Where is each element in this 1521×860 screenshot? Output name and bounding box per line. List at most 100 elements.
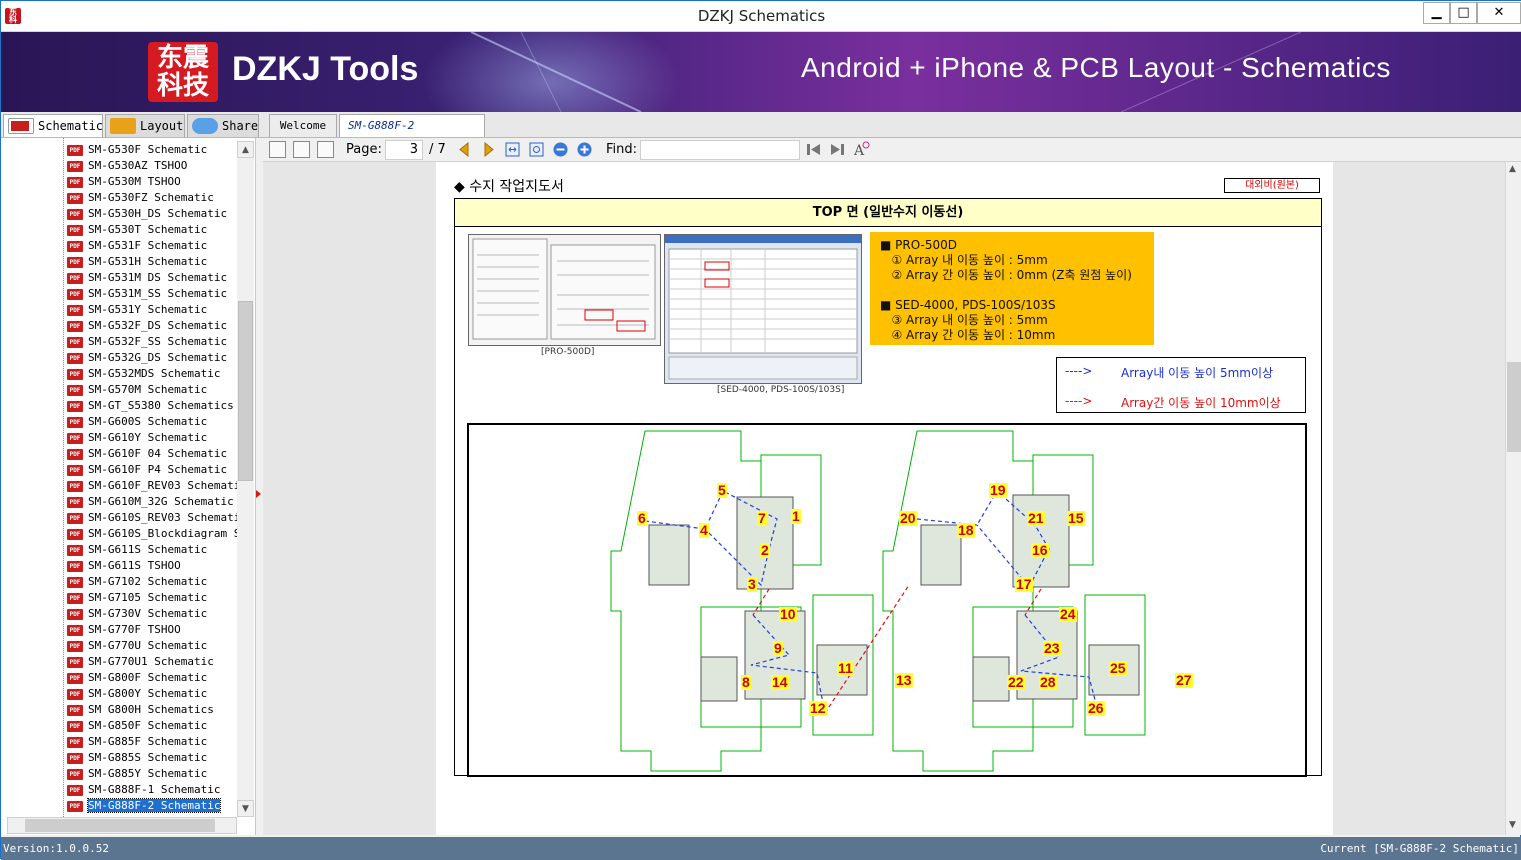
tree-item[interactable]: PDF SM-G888F-2 Schematic	[67, 798, 222, 814]
prev-page-icon[interactable]	[456, 141, 473, 158]
tree-item[interactable]: PDF SM-G610Y Schematic	[67, 430, 207, 446]
next-page-icon[interactable]	[480, 141, 497, 158]
tree-item[interactable]: PDF SM-G7105 Schematic	[67, 590, 207, 606]
tree-item[interactable]: PDF SM-G532G_DS Schematic	[67, 350, 227, 366]
tree-item-label: SM-G7105 Schematic	[88, 591, 208, 604]
fit-width-icon[interactable]	[504, 141, 521, 158]
sequence-marker: 16	[1031, 542, 1049, 558]
sequence-marker: 11	[837, 660, 854, 676]
scroll-down-icon[interactable]: ▼	[1509, 820, 1516, 830]
tree-item[interactable]: PDF SM-G610S_Blockdiagram Sch	[67, 526, 237, 542]
tree-item[interactable]: PDF SM-G611S Schematic	[67, 542, 207, 558]
pcb-board-drawing	[610, 430, 1146, 772]
viewer-scroll-thumb[interactable]	[1507, 362, 1521, 452]
zoom-in-icon[interactable]	[576, 141, 593, 158]
page-number-input[interactable]: 3	[385, 140, 423, 160]
maximize-button[interactable]: □	[1450, 2, 1477, 24]
tree-item[interactable]: PDF SM-G730V Schematic	[67, 606, 207, 622]
tree-item-label: SM-G7102 Schematic	[88, 575, 208, 588]
tab-schematic[interactable]: Schematic	[3, 114, 103, 137]
pdf-file-icon: PDF	[67, 704, 83, 716]
find-next-icon[interactable]	[829, 141, 846, 158]
tree-item[interactable]: PDF SM-G610F 04 Schematic	[67, 446, 227, 462]
tree-item[interactable]: PDF SM-G610F_REV03 Schematic	[67, 478, 237, 494]
tree-item[interactable]: PDF SM-G530T Schematic	[67, 222, 207, 238]
tree-item-label: SM-G611S Schematic	[88, 543, 208, 556]
tree-item[interactable]: PDF SM-G610F P4 Schematic	[67, 462, 227, 478]
tree-item[interactable]: PDF SM-G530AZ TSHOO	[67, 158, 187, 174]
tree-item[interactable]: PDF SM-G770F TSHOO	[67, 622, 181, 638]
tree-item-label: SM-G610F P4 Schematic	[88, 463, 228, 476]
tree-item[interactable]: PDF SM-G611S TSHOO	[67, 558, 181, 574]
tree-item[interactable]: PDF SM-G530M TSHOO	[67, 174, 181, 190]
tree-item[interactable]: PDF SM-G531M DS Schematic	[67, 270, 227, 286]
page-view-icon[interactable]	[317, 141, 334, 158]
tree-item[interactable]: PDF SM-G532F_SS Schematic	[67, 334, 227, 350]
tree-item[interactable]: PDF SM-G610M_32G Schematic	[67, 494, 234, 510]
tree-item[interactable]: PDF SM G800H Schematics	[67, 702, 214, 718]
sequence-marker: 14	[771, 674, 789, 690]
tree-item[interactable]: PDF SM-G885S Schematic	[67, 750, 207, 766]
scroll-thumb[interactable]	[238, 301, 253, 481]
tree-item[interactable]: PDF SM-G7102 Schematic	[67, 574, 207, 590]
legend-blue-text: Array내 이동 높이 5mm이상	[1121, 366, 1274, 380]
pdf-icon	[8, 118, 34, 134]
scroll-up-icon[interactable]: ▲	[237, 141, 254, 158]
tree-item[interactable]: PDF SM-G530F Schematic	[67, 142, 207, 158]
open-file-icon[interactable]	[269, 141, 286, 158]
tree-item[interactable]: PDF SM-G885Y Schematic	[67, 766, 207, 782]
minimize-button[interactable]: ▁	[1423, 2, 1450, 24]
viewer-vertical-scrollbar[interactable]: ▲ ▼	[1505, 162, 1521, 835]
find-input[interactable]	[640, 140, 800, 160]
close-button[interactable]: ✕	[1477, 2, 1521, 24]
tree-item[interactable]: PDF SM-G532F_DS Schematic	[67, 318, 227, 334]
zoom-out-icon[interactable]	[552, 141, 569, 158]
tree-item[interactable]: PDF SM-G530H_DS Schematic	[67, 206, 227, 222]
collapse-arrow-icon[interactable]	[256, 490, 261, 498]
pads-icon	[110, 118, 136, 134]
tree-item[interactable]: PDF SM-G531F Schematic	[67, 238, 207, 254]
tree-item[interactable]: PDF SM-G531M_SS Schematic	[67, 286, 227, 302]
tree-vertical-scrollbar[interactable]: ▲ ▼	[237, 141, 254, 817]
pdf-file-icon: PDF	[67, 624, 83, 636]
tree-item[interactable]: PDF SM-G570M Schematic	[67, 382, 207, 398]
sequence-marker: 18	[957, 522, 975, 538]
pdf-file-icon: PDF	[67, 160, 83, 172]
scroll-up-icon[interactable]: ▲	[1509, 164, 1516, 174]
tree-item[interactable]: PDF SM-G532MDS Schematic	[67, 366, 220, 382]
minimize-icon: ▁	[1431, 5, 1442, 20]
tree-item[interactable]: PDF SM-G531H Schematic	[67, 254, 207, 270]
tree-item[interactable]: PDF SM-G888F-1 Schematic	[67, 782, 220, 798]
tree-item[interactable]: PDF SM-G770U Schematic	[67, 638, 207, 654]
doc-tab-welcome[interactable]: Welcome	[269, 114, 337, 137]
scroll-down-icon[interactable]: ▼	[237, 800, 254, 817]
fit-page-icon[interactable]	[528, 141, 545, 158]
doc-tab-schematic[interactable]: SM-G888F-2 Schematic✕	[339, 114, 485, 155]
tab-row: Schematic Layout Share Welcome SM-G888F-…	[1, 112, 1521, 155]
tree-item[interactable]: PDF SM-G530FZ Schematic	[67, 190, 214, 206]
copy-page-icon[interactable]	[293, 141, 310, 158]
title-bar: 东科 DZKJ Schematics ▁ □ ✕	[1, 1, 1521, 32]
tree-item[interactable]: PDF SM-G800Y Schematic	[67, 686, 207, 702]
tree-item[interactable]: PDF SM-G610S_REV03 Schematic	[67, 510, 237, 526]
tree-item[interactable]: PDF SM-G531Y Schematic	[67, 302, 207, 318]
tab-share[interactable]: Share	[187, 114, 259, 137]
document-viewer[interactable]: ◆ 수지 작업지도서 대외비(원본) TOP 면 (일반수지 이동선) [PRO…	[263, 162, 1521, 835]
tree-item[interactable]: PDF SM-G600S Schematic	[67, 414, 207, 430]
tree-item[interactable]: PDF SM-GT_S5380 Schematics	[67, 398, 234, 414]
tree-item[interactable]: PDF SM-G850F Schematic	[67, 718, 207, 734]
hscroll-thumb[interactable]	[25, 819, 215, 832]
tree-item[interactable]: PDF SM-G885F Schematic	[67, 734, 207, 750]
tree-horizontal-scrollbar[interactable]	[7, 817, 237, 834]
find-previous-icon[interactable]	[805, 141, 822, 158]
find-options-icon[interactable]: A	[853, 141, 870, 158]
tree-guide-line	[63, 138, 64, 817]
pane-splitter[interactable]	[256, 138, 263, 835]
pdf-file-icon: PDF	[67, 320, 83, 332]
tree-item[interactable]: PDF SM-G800F Schematic	[67, 670, 207, 686]
tab-layout[interactable]: Layout	[105, 114, 185, 137]
pdf-file-icon: PDF	[67, 496, 83, 508]
doc-heading: ◆ 수지 작업지도서	[454, 179, 564, 195]
tree-item-label: SM-G770F TSHOO	[88, 623, 181, 636]
tree-item[interactable]: PDF SM-G770U1 Schematic	[67, 654, 214, 670]
